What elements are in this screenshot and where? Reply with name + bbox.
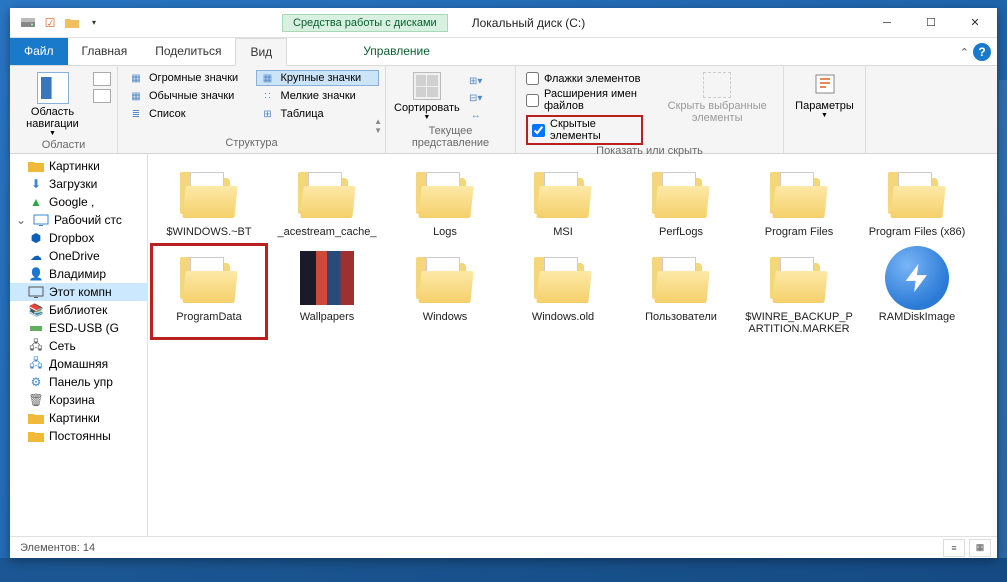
tree-item[interactable]: 📚Библиотек <box>10 301 147 319</box>
layout-tiles[interactable]: ⊞Таблица <box>256 106 380 122</box>
layout-list[interactable]: ≣Список <box>124 106 248 122</box>
maximize-button[interactable]: ☐ <box>909 8 953 38</box>
layout-options: ▦Огромные значки ▦Крупные значки ▦Обычны… <box>124 70 379 122</box>
explorer-window: ☑ ▾ Средства работы с дисками Локальный … <box>10 8 997 558</box>
tree-item[interactable]: ▲Google , <box>10 193 147 211</box>
tree-item[interactable]: ⚙Панель упр <box>10 373 147 391</box>
check-file-extensions[interactable]: Расширения имен файлов <box>526 88 643 112</box>
ribbon-group-layout: Структура <box>124 137 379 149</box>
quick-access-toolbar: ☑ ▾ <box>20 15 102 31</box>
tree-item[interactable]: Картинки <box>10 409 147 427</box>
qat-dropdown-icon[interactable]: ▾ <box>86 15 102 31</box>
tree-item[interactable]: 👤Владимир <box>10 265 147 283</box>
preview-pane-button[interactable] <box>93 72 111 86</box>
hide-selected-button: Скрыть выбранные элементы <box>657 70 777 145</box>
view-details-toggle[interactable]: ≡ <box>943 539 965 557</box>
contextual-tab-label: Средства работы с дисками <box>282 14 448 32</box>
view-icons-toggle[interactable]: ▦ <box>969 539 991 557</box>
taskbar[interactable] <box>0 558 1007 582</box>
details-pane-button[interactable] <box>93 89 111 103</box>
check-item-checkboxes[interactable]: Флажки элементов <box>526 72 643 85</box>
check-hidden-items[interactable]: Скрытые элементы <box>532 118 637 142</box>
tab-share[interactable]: Поделиться <box>141 38 235 65</box>
add-column-icon[interactable]: ⊞▾ <box>468 74 484 88</box>
tab-view[interactable]: Вид <box>235 38 287 66</box>
options-button[interactable]: Параметры▼ <box>790 70 859 121</box>
navigation-tree[interactable]: Картинки⬇Загрузки▲Google ,⌄Рабочий стс⬢D… <box>10 154 148 536</box>
menubar: Файл Главная Поделиться Вид Управление ⌃… <box>10 38 997 66</box>
folder-view[interactable]: $WINDOWS.~BT_acestream_cache_LogsMSIPerf… <box>148 154 997 536</box>
folder-small-icon[interactable] <box>64 15 80 31</box>
folder-item[interactable]: _acestream_cache_ <box>268 158 386 243</box>
checkbox-checked-icon[interactable]: ☑ <box>42 15 58 31</box>
window-title: Локальный диск (C:) <box>472 16 586 30</box>
drive-icon <box>20 15 36 31</box>
tree-item[interactable]: ☁OneDrive <box>10 247 147 265</box>
tab-file[interactable]: Файл <box>10 38 68 65</box>
tree-item[interactable]: ESD-USB (G <box>10 319 147 337</box>
layout-large[interactable]: ▦Крупные значки <box>256 70 380 86</box>
tree-item[interactable]: 🖧Домашняя <box>10 355 147 373</box>
ribbon-group-show: Показать или скрыть <box>522 145 777 157</box>
statusbar: Элементов: 14 ≡ ▦ <box>10 536 997 558</box>
sort-button[interactable]: Сортировать▼ <box>392 70 462 123</box>
tree-item[interactable]: Постоянны <box>10 427 147 445</box>
ribbon: Область навигации ▼ Области ▦Огромные зн… <box>10 66 997 154</box>
folder-item[interactable]: Пользователи <box>622 243 740 340</box>
folder-item[interactable]: MSI <box>504 158 622 243</box>
tree-item[interactable]: 🖧Сеть <box>10 337 147 355</box>
item-count: Элементов: 14 <box>20 542 95 554</box>
folder-item[interactable]: Program Files <box>740 158 858 243</box>
tab-home[interactable]: Главная <box>68 38 142 65</box>
folder-item[interactable]: ProgramData <box>150 243 268 340</box>
tree-item[interactable]: Этот компн <box>10 283 147 301</box>
chevron-up-icon[interactable]: ⌃ <box>960 46 969 59</box>
ribbon-group-panes: Области <box>16 139 111 151</box>
layout-huge[interactable]: ▦Огромные значки <box>124 70 248 86</box>
tree-item[interactable]: ⬇Загрузки <box>10 175 147 193</box>
folder-item[interactable]: Wallpapers <box>268 243 386 340</box>
size-columns-icon[interactable]: ↔ <box>468 108 484 122</box>
folder-item[interactable]: Program Files (x86) <box>858 158 976 243</box>
tree-item[interactable]: 🗑Корзина <box>10 391 147 409</box>
ribbon-group-view: Текущее представление <box>392 125 509 149</box>
folder-item[interactable]: Windows.old <box>504 243 622 340</box>
tab-manage[interactable]: Управление <box>349 38 444 65</box>
titlebar: ☑ ▾ Средства работы с дисками Локальный … <box>10 8 997 38</box>
folder-item[interactable]: $WINRE_BACKUP_PARTITION.MARKER <box>740 243 858 340</box>
folder-item[interactable]: PerfLogs <box>622 158 740 243</box>
navigation-pane-button[interactable]: Область навигации ▼ <box>16 70 89 139</box>
folder-item[interactable]: Logs <box>386 158 504 243</box>
tree-item[interactable]: ⌄Рабочий стс <box>10 211 147 229</box>
layout-medium[interactable]: ▦Обычные значки <box>124 88 248 104</box>
tree-item[interactable]: Картинки <box>10 157 147 175</box>
folder-item[interactable]: RAMDiskImage <box>858 243 976 340</box>
tree-item[interactable]: ⬢Dropbox <box>10 229 147 247</box>
group-by-icon[interactable]: ⊟▾ <box>468 91 484 105</box>
folder-item[interactable]: Windows <box>386 243 504 340</box>
layout-small[interactable]: ∷Мелкие значки <box>256 88 380 104</box>
minimize-button[interactable]: ─ <box>865 8 909 38</box>
help-icon[interactable]: ? <box>973 43 991 61</box>
close-button[interactable]: ✕ <box>953 8 997 38</box>
folder-item[interactable]: $WINDOWS.~BT <box>150 158 268 243</box>
